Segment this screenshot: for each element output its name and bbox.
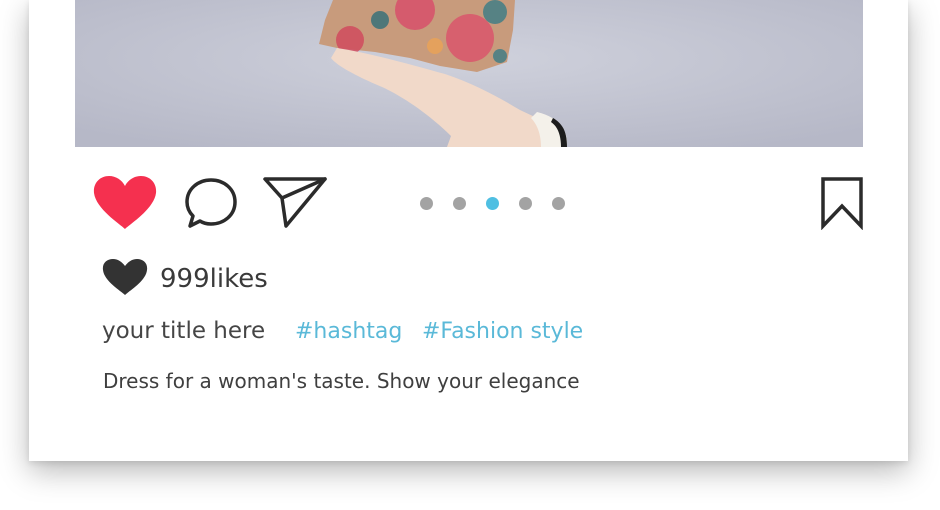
likes-count: 999likes [160,264,268,294]
speech-bubble-icon [185,178,237,228]
fashion-model-image [75,0,863,147]
bookmark-icon [821,177,863,231]
carousel-indicator [420,196,565,210]
comment-button[interactable] [184,176,240,230]
like-button[interactable] [92,175,158,231]
post-photo[interactable] [75,0,863,147]
carousel-dot[interactable] [486,196,499,210]
carousel-dot[interactable] [519,196,532,210]
heart-icon [102,259,148,295]
heart-icon [93,176,157,229]
save-button[interactable] [817,176,867,231]
carousel-dot[interactable] [552,196,565,210]
carousel-dot[interactable] [420,196,433,210]
share-button[interactable] [262,176,328,230]
post-title: your title here [102,318,266,344]
post-description: Dress for a woman's taste. Show your ele… [103,369,580,393]
hashtag-link[interactable]: #hashtag [295,319,402,344]
paper-plane-icon [263,177,327,228]
carousel-dot[interactable] [453,196,466,210]
hashtag-link[interactable]: #Fashion style [422,319,583,344]
